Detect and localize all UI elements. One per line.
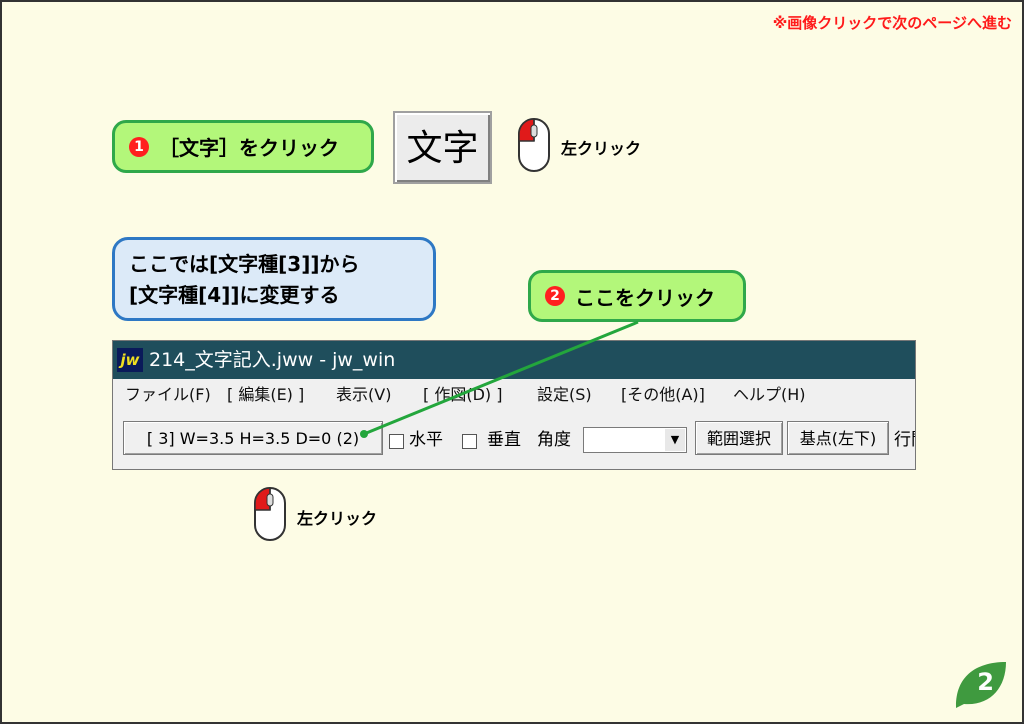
page-number: 2 bbox=[977, 668, 994, 696]
callout-connector-line bbox=[360, 320, 639, 438]
page[interactable]: ※画像クリックで次のページへ進む 1 ［文字］をクリック 文字 左クリック ここ… bbox=[0, 0, 1024, 724]
